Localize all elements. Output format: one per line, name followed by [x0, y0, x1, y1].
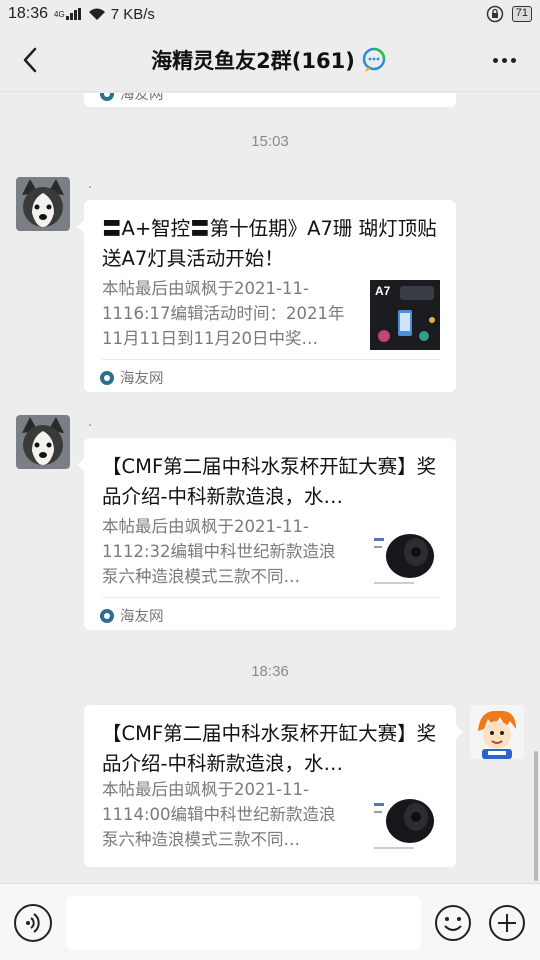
message-title: 【CMF第二届中科水泵杯开缸大赛】奖品介绍-中科新款造浪，水… — [102, 722, 437, 775]
sender-name: . — [88, 177, 93, 192]
card-divider — [102, 597, 440, 598]
source-icon — [100, 608, 114, 623]
cartoon-avatar-icon — [470, 705, 524, 759]
plus-icon — [489, 905, 525, 941]
partial-message-card[interactable]: 海友网 — [84, 93, 456, 107]
scrollbar[interactable] — [534, 751, 538, 881]
message-thumbnail — [370, 518, 440, 588]
link-message-card[interactable]: 【CMF第二届中科水泵杯开缸大赛】奖品介绍-中科新款造浪，水… 本帖最后由飒枫于… — [84, 705, 463, 867]
source-label: 海友网 — [120, 609, 164, 625]
chat-header: 海精灵鱼友2群(161) — [0, 28, 540, 92]
card-divider — [102, 359, 440, 360]
source-icon — [100, 93, 114, 101]
avatar[interactable] — [16, 177, 70, 231]
chat-timestamp: 18:36 — [251, 663, 289, 680]
source-label: 海友网 — [120, 371, 164, 387]
avatar[interactable] — [16, 415, 70, 469]
wifi-icon — [88, 8, 105, 20]
message-thumbnail: A7 — [370, 280, 440, 350]
network-speed: 7 KB/s — [110, 5, 155, 23]
input-bar — [0, 883, 540, 960]
message-source: 海友网 — [100, 93, 164, 104]
message-source: 海友网 — [100, 367, 164, 388]
message-description: 本帖最后由飒枫于2021-11-1116:17编辑活动时间：2021年11月11… — [102, 279, 345, 348]
chevron-left-icon — [23, 47, 37, 73]
emoji-button[interactable] — [434, 904, 472, 942]
message-title: 〓A+智控〓第十伍期》A7珊 瑚灯顶贴送A7灯具活动开始！ — [102, 217, 437, 270]
message-description: 本帖最后由飒枫于2021-11-1112:32编辑中科世纪新款造浪泵六种造浪模式… — [102, 517, 336, 586]
message-title: 【CMF第二届中科水泵杯开缸大赛】奖品介绍-中科新款造浪，水… — [102, 455, 437, 508]
voice-icon — [26, 913, 40, 933]
source-icon — [100, 370, 114, 385]
status-time: 18:36 — [8, 5, 49, 22]
voice-input-button[interactable] — [14, 904, 52, 942]
chat-messages[interactable]: 海友网 15:03 . 〓A+智控〓第十伍期》A7珊 瑚灯顶贴送A7灯具活动开始… — [0, 93, 540, 883]
more-functions-button[interactable] — [488, 904, 526, 942]
emoji-icon — [435, 905, 471, 941]
page-title: 海精灵鱼友2群(161) — [151, 48, 355, 73]
network-type: 4G — [54, 9, 65, 19]
link-message-card[interactable]: 〓A+智控〓第十伍期》A7珊 瑚灯顶贴送A7灯具活动开始！ 本帖最后由飒枫于20… — [77, 200, 456, 392]
thumbnail-label: A7 — [375, 284, 391, 298]
my-avatar[interactable] — [470, 705, 524, 759]
status-bar: 18:36 4G 7 KB/s 71 — [0, 0, 540, 28]
rotation-lock-icon — [486, 5, 503, 23]
source-label: 海友网 — [120, 93, 164, 103]
group-chat-icon — [362, 47, 386, 72]
back-button[interactable] — [14, 44, 46, 76]
message-source: 海友网 — [100, 605, 164, 626]
message-description: 本帖最后由飒枫于2021-11-1114:00编辑中科世纪新款造浪泵六种造浪模式… — [102, 780, 336, 849]
message-input[interactable] — [66, 896, 421, 950]
sender-name: . — [88, 415, 93, 430]
battery-icon: 71 — [511, 6, 532, 22]
more-options-button[interactable] — [486, 44, 522, 76]
chat-timestamp: 15:03 — [251, 133, 289, 150]
link-message-card[interactable]: 【CMF第二届中科水泵杯开缸大赛】奖品介绍-中科新款造浪，水… 本帖最后由飒枫于… — [77, 438, 456, 630]
message-thumbnail — [370, 783, 440, 853]
signal-icon — [65, 8, 81, 20]
dog-avatar-icon — [16, 177, 70, 231]
dog-avatar-icon — [16, 415, 70, 469]
